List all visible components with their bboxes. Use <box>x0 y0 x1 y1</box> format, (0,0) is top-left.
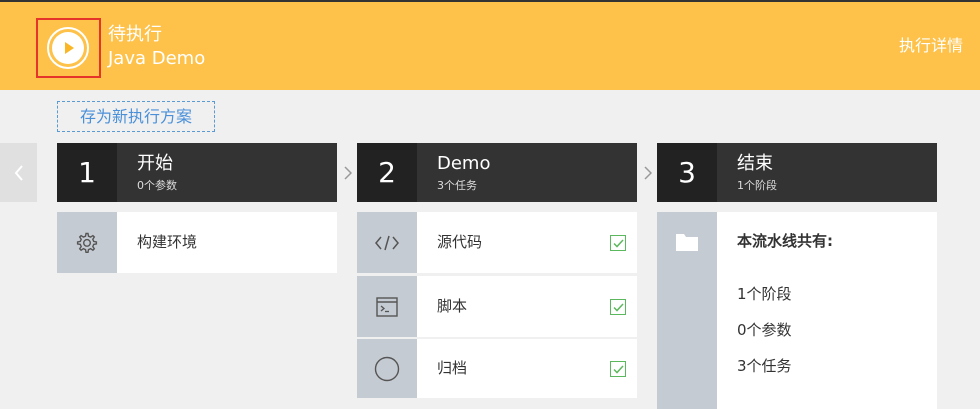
terminal-icon <box>376 296 398 317</box>
task-label: 脚本 <box>437 297 468 315</box>
run-button-highlight <box>36 18 101 78</box>
stage-number: 1 <box>57 143 117 202</box>
play-icon <box>52 32 84 64</box>
task-checkbox[interactable] <box>610 235 626 251</box>
summary-line: 3个任务 <box>737 357 792 375</box>
pipeline-name: Java Demo <box>108 48 206 69</box>
pipeline-summary: 本流水线共有: 1个阶段 0个参数 3个任务 <box>657 212 937 409</box>
stage-title: 结束 <box>737 153 773 174</box>
circle-icon <box>374 356 400 381</box>
stage-header-demo[interactable]: 2 Demo 3个任务 <box>357 143 637 202</box>
stage-number: 2 <box>357 143 417 202</box>
summary-line: 1个阶段 <box>737 285 792 303</box>
task-label: 归档 <box>437 359 468 377</box>
run-button[interactable] <box>47 27 89 69</box>
check-icon <box>612 364 624 374</box>
chevron-left-icon <box>14 164 23 181</box>
stage-title: Demo <box>437 153 491 174</box>
execution-details-link[interactable]: 执行详情 <box>899 35 963 57</box>
execution-status: 待执行 <box>108 24 162 45</box>
gear-icon <box>76 232 98 253</box>
check-icon <box>612 302 624 312</box>
scroll-left-button[interactable] <box>0 143 37 202</box>
stage-subtitle: 0个参数 <box>137 179 177 192</box>
task-label: 源代码 <box>437 233 483 251</box>
task-script[interactable]: 脚本 <box>357 276 637 337</box>
summary-title: 本流水线共有: <box>737 232 833 250</box>
task-checkbox[interactable] <box>610 299 626 315</box>
task-source-code[interactable]: 源代码 <box>357 212 637 273</box>
task-checkbox[interactable] <box>610 361 626 377</box>
folder-icon <box>676 234 698 251</box>
execution-header: 待执行 Java Demo 执行详情 <box>0 2 980 90</box>
task-archive[interactable]: 归档 <box>357 339 637 398</box>
stage-subtitle: 3个任务 <box>437 179 477 192</box>
chevron-right-icon <box>344 166 352 180</box>
code-icon <box>375 235 399 250</box>
check-icon <box>612 238 624 248</box>
save-as-new-plan-button[interactable]: 存为新执行方案 <box>57 101 215 132</box>
summary-line: 0个参数 <box>737 321 792 339</box>
stage-header-start[interactable]: 1 开始 0个参数 <box>57 143 337 202</box>
task-label: 构建环境 <box>137 233 198 251</box>
stage-subtitle: 1个阶段 <box>737 179 777 192</box>
stage-number: 3 <box>657 143 717 202</box>
stage-header-end[interactable]: 3 结束 1个阶段 <box>657 143 937 202</box>
stage-title: 开始 <box>137 153 173 174</box>
task-build-environment[interactable]: 构建环境 <box>57 212 337 273</box>
chevron-right-icon <box>644 166 652 180</box>
